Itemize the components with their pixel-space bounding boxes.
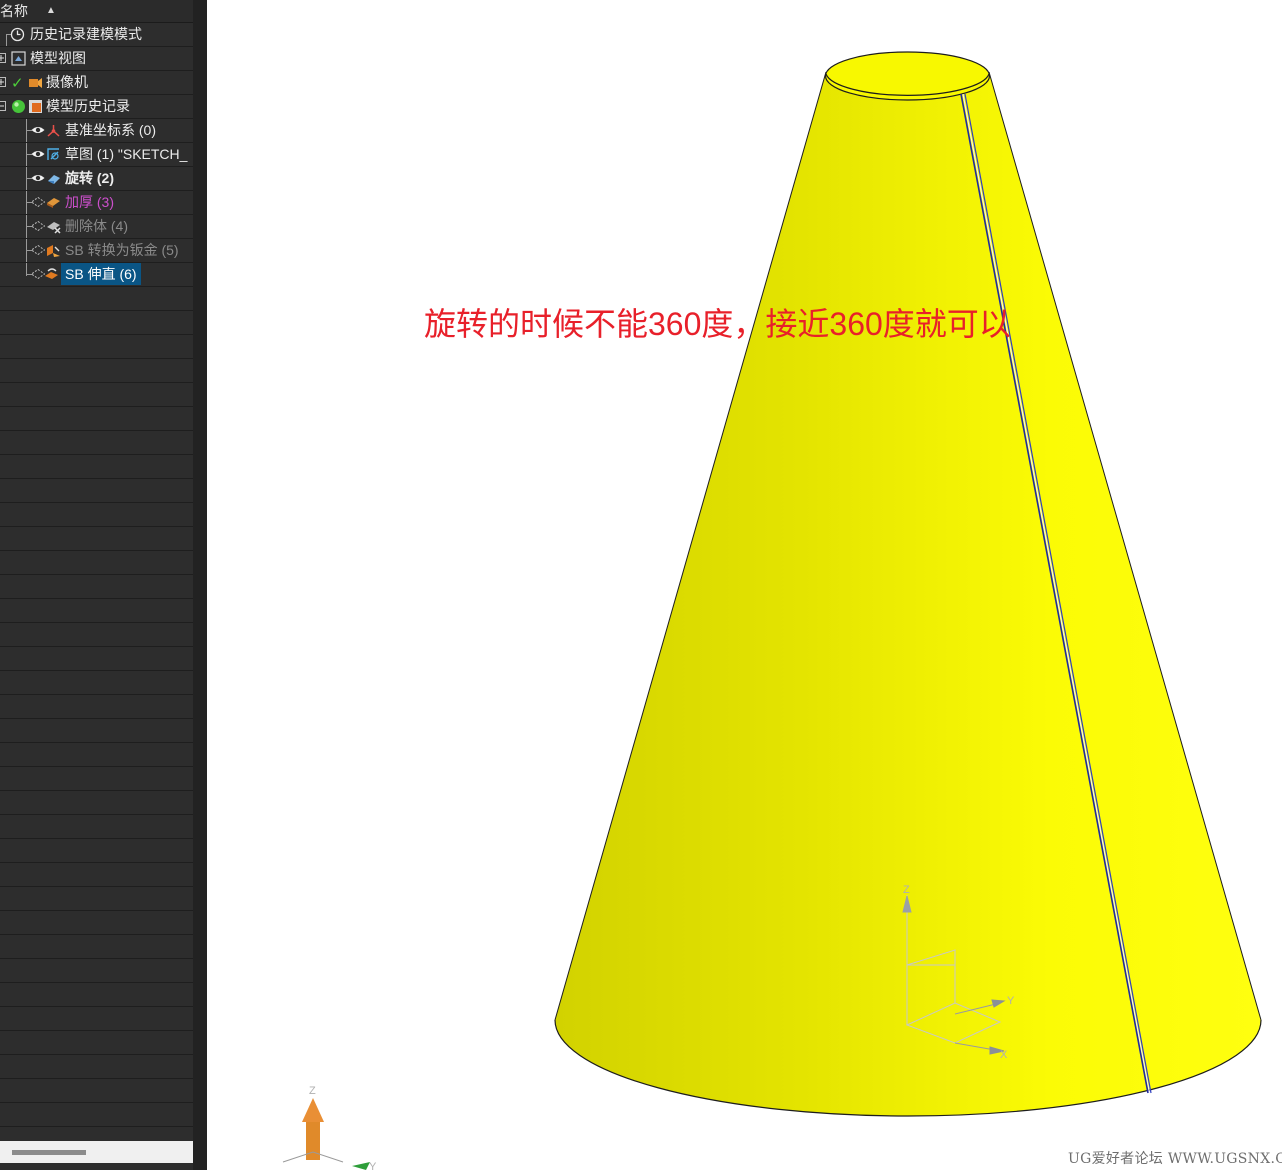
graphics-viewport[interactable]: Z Y X Z Y 旋转的时候不能360度，接近360度就可以 UG爱好者论坛 … xyxy=(207,0,1282,1170)
part-navigator: 名称 ▲ 历史记录建模模式 模型视图 ✓ 摄像机 模型历史记录 基准坐标系 (0… xyxy=(0,0,193,1170)
empty-tree-row xyxy=(0,503,193,527)
empty-tree-row xyxy=(0,359,193,383)
tree-node-flatten[interactable]: SB 伸直 (6) xyxy=(0,263,193,287)
triad-large-y-label: Y xyxy=(369,1161,377,1170)
model-view-icon xyxy=(11,51,26,66)
cone-body[interactable] xyxy=(554,51,1262,1117)
empty-tree-row xyxy=(0,623,193,647)
camera-icon xyxy=(29,78,42,88)
hidden-icon[interactable] xyxy=(31,197,45,207)
hidden-icon[interactable] xyxy=(31,245,45,255)
tree-node-label: 旋转 (2) xyxy=(65,170,114,186)
empty-tree-row xyxy=(0,455,193,479)
triad-small-z-label: Z xyxy=(903,884,910,896)
empty-tree-row xyxy=(0,983,193,1007)
empty-tree-row xyxy=(0,407,193,431)
empty-tree-row xyxy=(0,335,193,359)
empty-tree-row xyxy=(0,887,193,911)
tree-node-label: 基准坐标系 (0) xyxy=(65,122,156,138)
collapse-minus-icon[interactable] xyxy=(0,101,6,111)
empty-tree-row xyxy=(0,647,193,671)
hidden-icon[interactable] xyxy=(31,269,45,279)
triad-large-z-label: Z xyxy=(309,1085,316,1097)
empty-tree-row xyxy=(0,671,193,695)
empty-tree-row xyxy=(0,599,193,623)
thicken-icon xyxy=(47,198,60,208)
column-name-label: 名称 xyxy=(0,3,28,19)
empty-tree-row xyxy=(0,1007,193,1031)
tree-node-label: 历史记录建模模式 xyxy=(30,26,142,42)
eye-icon[interactable] xyxy=(31,173,45,183)
empty-tree-row xyxy=(0,479,193,503)
expand-plus-icon[interactable] xyxy=(0,77,6,87)
model-history-icon xyxy=(29,100,42,113)
tree-node-label: SB 转换为钣金 (5) xyxy=(65,242,179,258)
tree-node-label: 模型历史记录 xyxy=(46,98,130,114)
watermark-text: UG爱好者论坛 WWW.UGSNX.COM xyxy=(1068,1151,1282,1167)
revolve-icon xyxy=(48,175,60,184)
expand-plus-icon[interactable] xyxy=(0,53,6,63)
tree-node-delete-body[interactable]: 删除体 (4) xyxy=(0,215,193,239)
empty-tree-row xyxy=(0,791,193,815)
empty-tree-row xyxy=(0,1031,193,1055)
hidden-icon[interactable] xyxy=(31,221,45,231)
delete-body-icon xyxy=(47,222,61,234)
model-canvas[interactable]: Z Y X Z Y xyxy=(207,0,1282,1170)
tree-node-label: 摄像机 xyxy=(46,74,88,90)
empty-tree-row xyxy=(0,959,193,983)
tree-node-label: 草图 (1) "SKETCH_ xyxy=(65,146,188,162)
empty-tree-row xyxy=(0,1103,193,1127)
checkmark-icon: ✓ xyxy=(11,75,24,92)
tree-node-model-history[interactable]: 模型历史记录 xyxy=(0,95,193,119)
empty-tree-row xyxy=(0,1055,193,1079)
clock-icon xyxy=(10,27,25,42)
empty-tree-row xyxy=(0,695,193,719)
green-status-icon xyxy=(12,100,25,113)
empty-tree-row xyxy=(0,815,193,839)
empty-tree-row xyxy=(0,839,193,863)
tree-node-thicken[interactable]: 加厚 (3) xyxy=(0,191,193,215)
csys-triad-large: Z Y xyxy=(282,1085,377,1170)
empty-tree-row xyxy=(0,743,193,767)
navigator-splitter[interactable] xyxy=(193,0,207,1170)
tree-node-label: 模型视图 xyxy=(30,50,86,66)
tree-node-history-mode[interactable]: 历史记录建模模式 xyxy=(0,23,193,47)
tree-node-label: 删除体 (4) xyxy=(65,218,128,234)
tree-node-datum-csys[interactable]: 基准坐标系 (0) xyxy=(0,119,193,143)
empty-tree-row xyxy=(0,863,193,887)
empty-tree-row xyxy=(0,287,193,311)
empty-tree-row xyxy=(0,383,193,407)
flatten-icon xyxy=(45,268,58,279)
empty-tree-row xyxy=(0,911,193,935)
tree-node-convert-to-sheet-metal[interactable]: SB 转换为钣金 (5) xyxy=(0,239,193,263)
sketch-icon xyxy=(47,148,59,160)
tree-node-label: SB 伸直 (6) xyxy=(61,263,141,285)
navigator-column-header[interactable]: 名称 ▲ xyxy=(0,0,193,23)
scrollbar-thumb[interactable] xyxy=(12,1150,86,1155)
empty-tree-row xyxy=(0,1079,193,1103)
empty-tree-row xyxy=(0,527,193,551)
annotation-text: 旋转的时候不能360度，接近360度就可以 xyxy=(424,306,1011,342)
sort-ascending-icon[interactable]: ▲ xyxy=(46,0,56,22)
eye-icon[interactable] xyxy=(31,149,45,159)
horizontal-scrollbar[interactable] xyxy=(0,1141,193,1163)
convert-to-sheet-metal-icon xyxy=(47,245,60,257)
empty-tree-row xyxy=(0,575,193,599)
empty-tree-row xyxy=(0,935,193,959)
tree-node-revolve[interactable]: 旋转 (2) xyxy=(0,167,193,191)
tree-node-sketch[interactable]: 草图 (1) "SKETCH_ xyxy=(0,143,193,167)
eye-icon[interactable] xyxy=(31,125,45,135)
empty-tree-row xyxy=(0,719,193,743)
datum-csys-icon xyxy=(47,125,60,137)
tree-node-model-views[interactable]: 模型视图 xyxy=(0,47,193,71)
triad-small-x-label: X xyxy=(1000,1049,1008,1061)
tree-node-cameras[interactable]: ✓ 摄像机 xyxy=(0,71,193,95)
empty-tree-row xyxy=(0,767,193,791)
empty-tree-row xyxy=(0,311,193,335)
empty-tree-row xyxy=(0,431,193,455)
tree-node-label: 加厚 (3) xyxy=(65,194,114,210)
triad-small-y-label: Y xyxy=(1007,995,1015,1007)
empty-tree-row xyxy=(0,551,193,575)
